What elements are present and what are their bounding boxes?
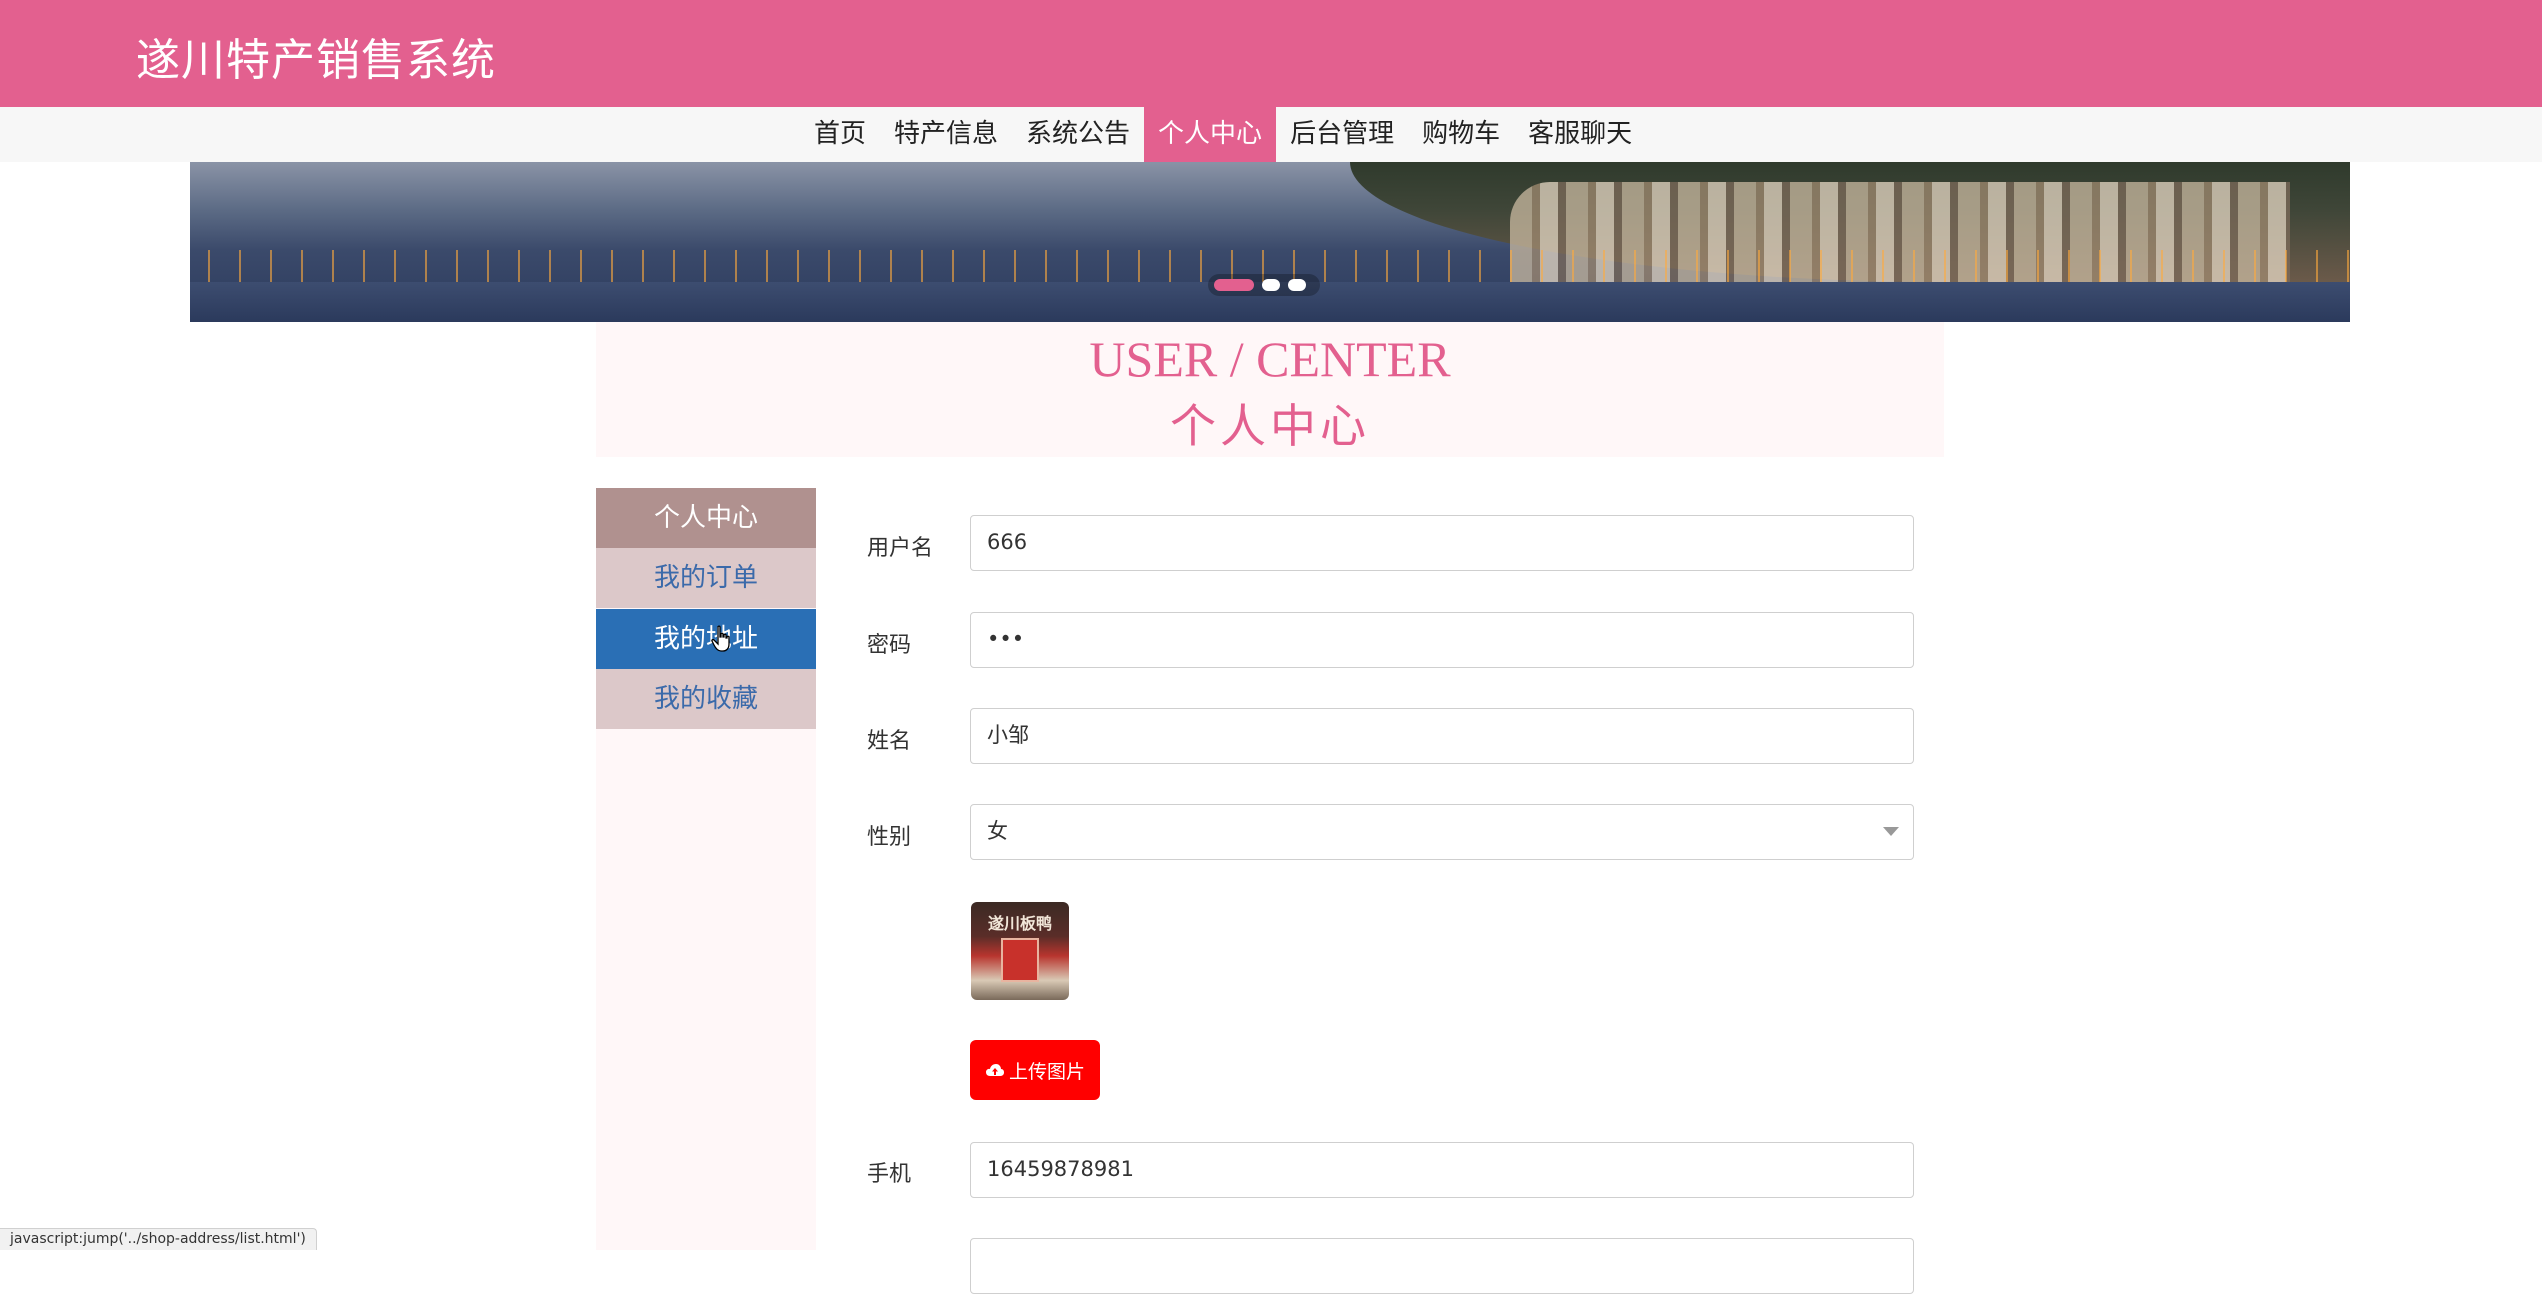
sidebar-item-orders[interactable]: 我的订单: [596, 548, 816, 608]
nav-item-chat[interactable]: 客服聊天: [1514, 107, 1646, 162]
name-input[interactable]: 小邹: [970, 708, 1914, 764]
nav-item-home[interactable]: 首页: [800, 107, 880, 162]
sidebar-item-favorites[interactable]: 我的收藏: [596, 669, 816, 729]
carousel-indicators: [1208, 274, 1320, 296]
chevron-down-icon: [1883, 827, 1899, 836]
main-nav: 首页 特产信息 系统公告 个人中心 后台管理 购物车 客服聊天: [0, 107, 2542, 162]
section-title-cn: 个人中心: [1170, 399, 1370, 453]
section-title-box: USER / CENTER 个人中心: [596, 322, 1944, 457]
phone-label: 手机: [867, 1162, 912, 1187]
browser-status-bar: javascript:jump('../shop-address/list.ht…: [0, 1228, 317, 1250]
upload-image-button[interactable]: 上传图片: [970, 1040, 1100, 1100]
nav-item-cart[interactable]: 购物车: [1408, 107, 1514, 162]
banner-carousel[interactable]: [190, 162, 2350, 322]
section-title-en: USER / CENTER: [1089, 331, 1451, 387]
header-bar: 遂川特产销售系统: [0, 0, 2542, 107]
cloud-upload-icon: [985, 1064, 1004, 1076]
gender-selected-value: 女: [987, 819, 1008, 843]
nav-item-admin[interactable]: 后台管理: [1276, 107, 1408, 162]
avatar-image: 遂川板鸭: [971, 902, 1069, 1000]
upload-button-label: 上传图片: [1008, 1060, 1085, 1083]
sidebar-item-address[interactable]: 我的地址: [596, 609, 816, 669]
nav-item-announcements[interactable]: 系统公告: [1012, 107, 1144, 162]
next-field-input[interactable]: [970, 1238, 1914, 1294]
avatar-caption: 遂川板鸭: [987, 914, 1052, 933]
password-input[interactable]: •••: [970, 612, 1914, 668]
gender-label: 性别: [867, 825, 912, 850]
nav-item-user-center[interactable]: 个人中心: [1144, 107, 1277, 162]
user-sidebar: 个人中心 我的订单 我的地址 我的收藏: [596, 488, 816, 1250]
hand-cursor-icon: [711, 625, 730, 652]
site-title: 遂川特产销售系统: [136, 35, 496, 86]
carousel-dot-3[interactable]: [1288, 279, 1306, 291]
name-label: 姓名: [867, 729, 912, 754]
carousel-dot-1[interactable]: [1214, 279, 1254, 291]
sidebar-item-address-label: 我的地址: [653, 624, 758, 654]
phone-input[interactable]: 16459878981: [970, 1142, 1914, 1198]
password-label: 密码: [867, 633, 912, 658]
gender-select[interactable]: 女: [970, 804, 1914, 860]
avatar-package: [1001, 938, 1039, 982]
sidebar-item-user-center[interactable]: 个人中心: [596, 488, 816, 548]
nav-item-products[interactable]: 特产信息: [880, 107, 1012, 162]
nav-items: 首页 特产信息 系统公告 个人中心 后台管理 购物车 客服聊天: [800, 107, 1646, 162]
username-input[interactable]: 666: [970, 515, 1914, 571]
username-label: 用户名: [867, 536, 934, 561]
carousel-dot-2[interactable]: [1262, 279, 1280, 291]
